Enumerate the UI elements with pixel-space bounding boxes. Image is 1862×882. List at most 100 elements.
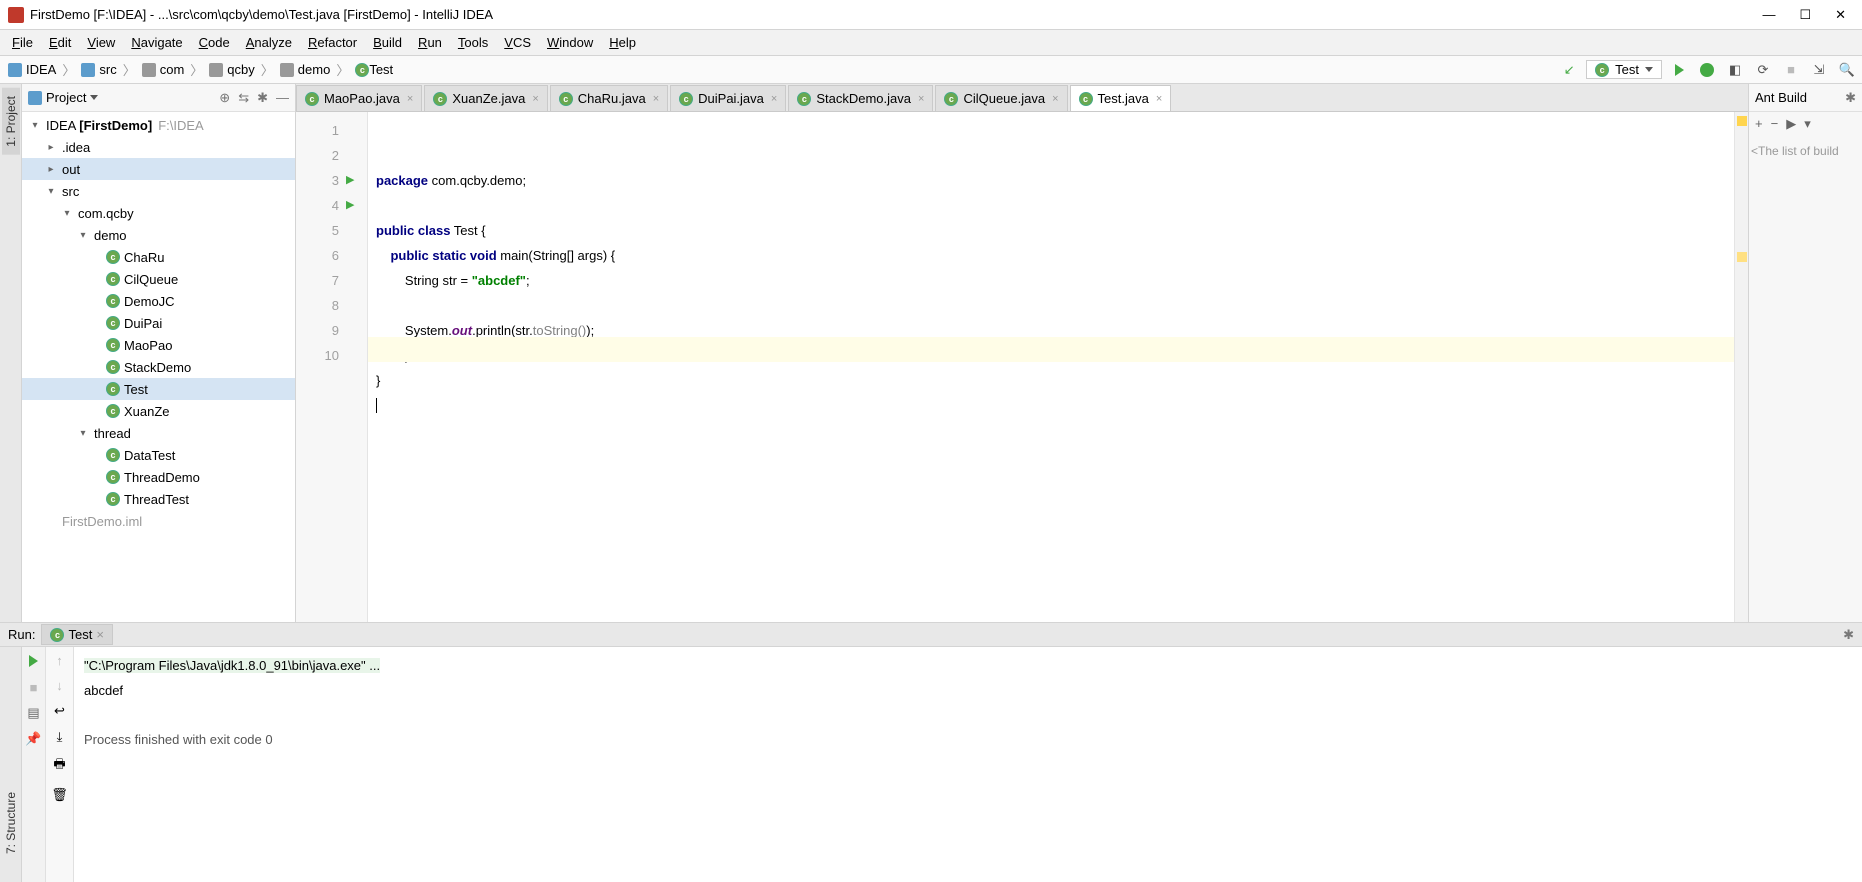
tree-arrow-icon[interactable]: ▾ bbox=[76, 230, 90, 241]
remove-icon[interactable]: − bbox=[1771, 116, 1779, 132]
editor-tab-cilqueue-java[interactable]: cCilQueue.java× bbox=[935, 85, 1067, 111]
tree-node-firstdemo-iml[interactable]: FirstDemo.iml bbox=[22, 510, 295, 532]
gutter-run-icon[interactable]: ▶ bbox=[346, 193, 354, 218]
close-icon[interactable]: × bbox=[653, 93, 659, 105]
tree-node-threadtest[interactable]: cThreadTest bbox=[22, 488, 295, 510]
menu-edit[interactable]: Edit bbox=[41, 33, 79, 52]
tree-node-cilqueue[interactable]: cCilQueue bbox=[22, 268, 295, 290]
breadcrumb-test[interactable]: cTest bbox=[351, 62, 397, 77]
run-config-selector[interactable]: c Test bbox=[1586, 60, 1662, 79]
warning-marker-icon[interactable] bbox=[1737, 116, 1747, 126]
clear-icon[interactable]: 🗑 bbox=[51, 787, 68, 803]
tree-node-threaddemo[interactable]: cThreadDemo bbox=[22, 466, 295, 488]
line-number[interactable]: 10 bbox=[296, 343, 339, 368]
tree-node--idea[interactable]: ▸.idea bbox=[22, 136, 295, 158]
tree-arrow-icon[interactable]: ▾ bbox=[76, 428, 90, 439]
tree-arrow-icon[interactable]: ▾ bbox=[28, 120, 42, 131]
console-output[interactable]: "C:\Program Files\Java\jdk1.8.0_91\bin\j… bbox=[74, 647, 1862, 882]
gutter-run-icon[interactable]: ▶ bbox=[346, 168, 354, 193]
menu-tools[interactable]: Tools bbox=[450, 33, 496, 52]
pin-icon[interactable]: 📌 bbox=[26, 731, 42, 747]
editor-tab-charu-java[interactable]: cChaRu.java× bbox=[550, 85, 668, 111]
line-number[interactable]: 9 bbox=[296, 318, 339, 343]
tree-node-stackdemo[interactable]: cStackDemo bbox=[22, 356, 295, 378]
structure-tool-tab[interactable]: 7: Structure bbox=[2, 784, 20, 862]
breadcrumb-idea[interactable]: IDEA bbox=[4, 62, 60, 77]
down-icon[interactable]: ↓ bbox=[56, 678, 63, 693]
line-number[interactable]: 5 bbox=[296, 218, 339, 243]
scroll-end-icon[interactable]: ⤓ bbox=[57, 729, 63, 745]
breadcrumb-src[interactable]: src bbox=[77, 62, 120, 77]
tree-node-thread[interactable]: ▾thread bbox=[22, 422, 295, 444]
line-number[interactable]: 1 bbox=[296, 118, 339, 143]
editor-tab-test-java[interactable]: cTest.java× bbox=[1070, 85, 1172, 111]
project-tool-tab[interactable]: 1: Project bbox=[2, 88, 20, 155]
line-number[interactable]: 4▶ bbox=[296, 193, 339, 218]
locate-icon[interactable]: ⊕ bbox=[219, 90, 230, 106]
menu-refactor[interactable]: Refactor bbox=[300, 33, 365, 52]
menu-run[interactable]: Run bbox=[410, 33, 450, 52]
editor-tab-stackdemo-java[interactable]: cStackDemo.java× bbox=[788, 85, 933, 111]
coverage-button[interactable]: ◧ bbox=[1724, 59, 1746, 81]
tree-node-com-qcby[interactable]: ▾com.qcby bbox=[22, 202, 295, 224]
expand-icon[interactable]: ⇆ bbox=[238, 90, 249, 106]
editor-gutter[interactable]: 123▶4▶5678910 bbox=[296, 112, 368, 622]
menu-navigate[interactable]: Navigate bbox=[123, 33, 190, 52]
tree-node-demojc[interactable]: cDemoJC bbox=[22, 290, 295, 312]
close-icon[interactable]: × bbox=[918, 93, 924, 105]
editor-tab-duipai-java[interactable]: cDuiPai.java× bbox=[670, 85, 786, 111]
soft-wrap-icon[interactable]: ↩ bbox=[54, 703, 65, 719]
error-stripe[interactable] bbox=[1734, 112, 1748, 622]
close-icon[interactable]: × bbox=[771, 93, 777, 105]
tree-node-duipai[interactable]: cDuiPai bbox=[22, 312, 295, 334]
breadcrumb-demo[interactable]: demo bbox=[276, 62, 335, 77]
print-icon[interactable]: 🖶 bbox=[53, 755, 65, 777]
tree-node-out[interactable]: ▸out bbox=[22, 158, 295, 180]
run-ant-icon[interactable]: ▶ bbox=[1786, 116, 1796, 132]
line-number[interactable]: 3▶ bbox=[296, 168, 339, 193]
breadcrumb-com[interactable]: com bbox=[138, 62, 189, 77]
warning-marker-icon[interactable] bbox=[1737, 252, 1747, 262]
run-button[interactable] bbox=[1668, 59, 1690, 81]
close-icon[interactable]: × bbox=[1156, 93, 1162, 105]
hide-icon[interactable]: — bbox=[276, 90, 289, 106]
editor-tab-xuanze-java[interactable]: cXuanZe.java× bbox=[424, 85, 547, 111]
close-icon[interactable]: ✕ bbox=[1835, 7, 1846, 23]
close-icon[interactable]: × bbox=[96, 627, 104, 642]
up-icon[interactable]: ↑ bbox=[56, 653, 63, 668]
line-number[interactable]: 6 bbox=[296, 243, 339, 268]
tree-node-demo[interactable]: ▾demo bbox=[22, 224, 295, 246]
menu-build[interactable]: Build bbox=[365, 33, 410, 52]
tree-arrow-icon[interactable]: ▾ bbox=[60, 208, 74, 219]
rerun-icon[interactable] bbox=[26, 653, 42, 669]
tree-arrow-icon[interactable]: ▸ bbox=[44, 164, 58, 175]
add-icon[interactable]: + bbox=[1755, 116, 1763, 132]
line-number[interactable]: 7 bbox=[296, 268, 339, 293]
gear-icon[interactable]: ✱ bbox=[1843, 627, 1854, 643]
tree-arrow-icon[interactable]: ▸ bbox=[44, 142, 58, 153]
tree-arrow-icon[interactable]: ▾ bbox=[44, 186, 58, 197]
tree-node-idea[interactable]: ▾IDEA [FirstDemo]F:\IDEA bbox=[22, 114, 295, 136]
gear-icon[interactable]: ✱ bbox=[257, 90, 268, 106]
back-nav-icon[interactable]: ↙ bbox=[1558, 59, 1580, 81]
stop-button[interactable]: ■ bbox=[1780, 59, 1802, 81]
close-icon[interactable]: × bbox=[407, 93, 413, 105]
code-editor[interactable]: package com.qcby.demo; public class Test… bbox=[368, 112, 1734, 622]
menu-analyze[interactable]: Analyze bbox=[238, 33, 300, 52]
menu-window[interactable]: Window bbox=[539, 33, 601, 52]
menu-help[interactable]: Help bbox=[601, 33, 644, 52]
menu-view[interactable]: View bbox=[79, 33, 123, 52]
project-tree[interactable]: ▾IDEA [FirstDemo]F:\IDEA▸.idea▸out▾src▾c… bbox=[22, 112, 295, 622]
editor-tab-maopao-java[interactable]: cMaoPao.java× bbox=[296, 85, 422, 111]
menu-vcs[interactable]: VCS bbox=[496, 33, 539, 52]
breadcrumb-qcby[interactable]: qcby bbox=[205, 62, 258, 77]
run-tab[interactable]: c Test × bbox=[41, 624, 112, 645]
update-button[interactable]: ⇲ bbox=[1808, 59, 1830, 81]
maximize-icon[interactable]: ☐ bbox=[1799, 7, 1811, 23]
filter-icon[interactable]: ▾ bbox=[1804, 116, 1811, 132]
tree-node-charu[interactable]: cChaRu bbox=[22, 246, 295, 268]
menu-file[interactable]: File bbox=[4, 33, 41, 52]
project-view-selector[interactable]: Project bbox=[28, 90, 98, 105]
tree-node-xuanze[interactable]: cXuanZe bbox=[22, 400, 295, 422]
menu-code[interactable]: Code bbox=[191, 33, 238, 52]
